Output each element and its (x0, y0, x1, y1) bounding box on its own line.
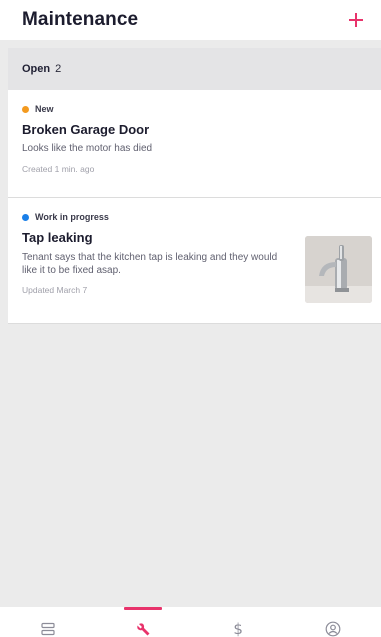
wrench-icon (137, 623, 150, 636)
nav-item-payments[interactable]: $ (191, 607, 286, 637)
request-timestamp: Created 1 min. ago (22, 164, 95, 174)
request-title: Broken Garage Door (22, 122, 150, 137)
dollar-icon: $ (233, 620, 243, 637)
bottom-nav: $ (0, 607, 381, 637)
request-card[interactable]: Work in progress Tap leaking Tenant says… (8, 198, 381, 324)
add-request-button[interactable] (345, 9, 367, 31)
properties-icon (41, 622, 55, 636)
nav-item-maintenance[interactable] (95, 607, 190, 637)
request-description: Looks like the motor has died (22, 143, 153, 154)
app-screen: Maintenance Open 2 New Broken Garage Doo… (0, 0, 381, 637)
request-list: New Broken Garage Door Looks like the mo… (8, 90, 381, 324)
request-description: Tenant says that the kitchen tap is leak… (22, 252, 278, 276)
top-bar: Maintenance (0, 0, 381, 40)
active-tab-indicator (123, 607, 162, 610)
status-row: New (22, 90, 367, 118)
section-header-open: Open 2 (8, 48, 381, 90)
status-row: Work in progress (22, 198, 367, 226)
status-dot-icon (22, 105, 29, 113)
kitchen-tap-image-icon (305, 236, 372, 303)
status-label: Work in progress (35, 212, 109, 222)
profile-icon (325, 621, 341, 637)
page-title: Maintenance (22, 9, 139, 30)
section-count: 2 (55, 63, 62, 75)
nav-item-properties[interactable] (0, 607, 95, 637)
plus-icon (349, 13, 363, 27)
status-label: New (35, 104, 54, 114)
nav-item-profile[interactable] (286, 607, 381, 637)
request-thumbnail[interactable] (305, 236, 372, 303)
request-card[interactable]: New Broken Garage Door Looks like the mo… (8, 90, 381, 198)
status-dot-icon (22, 213, 29, 221)
section-label: Open (22, 63, 51, 75)
